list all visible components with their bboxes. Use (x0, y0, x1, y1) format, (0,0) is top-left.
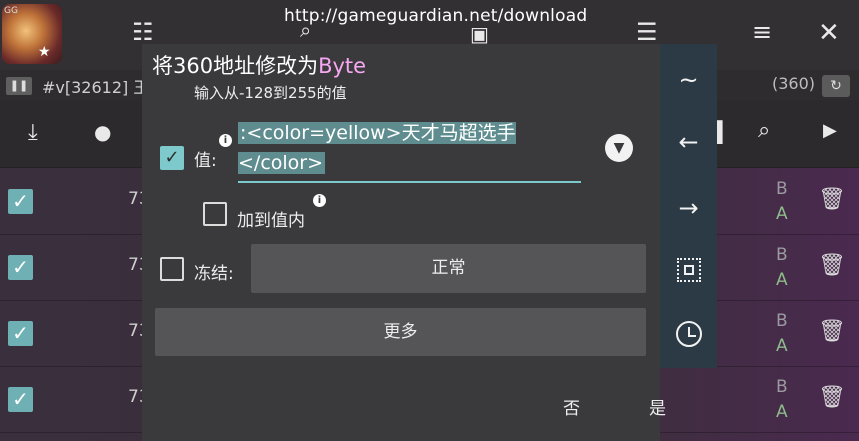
edit-value-dialog: 将360地址修改为Byte 输入从-128到255的值 ✓ 值: i :<col… (142, 44, 666, 441)
row-b-label: B (776, 179, 788, 199)
row-a-label: A (776, 402, 788, 422)
app-tag: GG (4, 6, 18, 16)
more-button[interactable]: 更多 (155, 308, 646, 356)
play-icon[interactable]: ▶ (823, 120, 837, 141)
value-input[interactable]: :<color=yellow>天才马超选手</color> (238, 118, 580, 184)
value-input-text: :<color=yellow>天才马超选手</color> (238, 122, 516, 174)
list-settings-icon[interactable]: ☷ (132, 18, 154, 46)
star-icon: ★ (38, 44, 51, 60)
history-icon[interactable] (676, 321, 702, 347)
download-check-icon[interactable]: ⤓ (28, 120, 38, 145)
value-input-underline (238, 181, 581, 183)
process-label: #v[32612] 王 (42, 78, 150, 97)
row-checkbox[interactable]: ✓ (8, 255, 33, 280)
add-to-value-checkbox[interactable] (203, 202, 227, 226)
search-results-icon[interactable]: ⌕ (758, 118, 770, 143)
row-b-label: B (776, 311, 788, 331)
dialog-title: 将360地址修改为Byte (152, 50, 366, 80)
game-app-icon[interactable]: GG ★ (2, 4, 62, 64)
download-url: http://gameguardian.net/download (284, 6, 588, 26)
arrow-left-icon[interactable]: ← (660, 128, 717, 156)
dot-icon[interactable]: ● (94, 120, 111, 144)
row-checkbox[interactable]: ✓ (8, 321, 33, 346)
freeze-mode-select[interactable]: 正常 (251, 244, 646, 293)
freeze-label: 冻结: (194, 264, 234, 284)
trash-icon[interactable]: 🗑 (818, 253, 846, 278)
row-a-label: A (776, 336, 788, 356)
trash-icon[interactable]: 🗑 (818, 385, 846, 410)
tilde-icon[interactable]: ~ (660, 66, 717, 94)
pause-icon[interactable]: ❚❚ (6, 77, 32, 95)
freeze-checkbox[interactable] (160, 257, 184, 281)
refresh-icon[interactable]: ↻ (822, 75, 850, 97)
row-checkbox[interactable]: ✓ (8, 189, 33, 214)
value-checkbox[interactable]: ✓ (160, 146, 184, 170)
list-icon[interactable]: ☰ (636, 18, 658, 46)
row-a-label: A (776, 270, 788, 290)
select-all-icon[interactable] (677, 258, 701, 282)
close-icon[interactable]: ✕ (818, 18, 840, 48)
trash-icon[interactable]: 🗑 (818, 319, 846, 344)
add-to-value-info-icon[interactable]: i (313, 194, 326, 207)
yes-button[interactable]: 是 (649, 394, 666, 419)
dialog-title-prefix: 将360地址修改为 (152, 54, 319, 78)
value-info-icon[interactable]: i (219, 134, 232, 147)
dialog-subtitle: 输入从-128到255的值 (194, 84, 347, 102)
row-checkbox[interactable]: ✓ (8, 387, 33, 412)
value-type-label: Byte (318, 54, 367, 78)
trash-icon[interactable]: 🗑 (818, 187, 846, 212)
row-b-label: B (776, 377, 788, 397)
value-label: 值: (194, 151, 217, 171)
side-panel: ~ ← → (660, 44, 717, 368)
no-button[interactable]: 否 (563, 394, 580, 419)
row-a-label: A (776, 204, 788, 224)
row-b-label: B (776, 245, 788, 265)
add-to-value-label: 加到值内 (237, 211, 305, 231)
tool-icon[interactable]: ▌ (715, 120, 730, 144)
result-count: (360) (772, 74, 816, 93)
chevron-down-icon[interactable]: ▼ (605, 134, 633, 162)
menu-icon[interactable]: ≡ (752, 18, 772, 46)
arrow-right-icon[interactable]: → (660, 194, 717, 222)
